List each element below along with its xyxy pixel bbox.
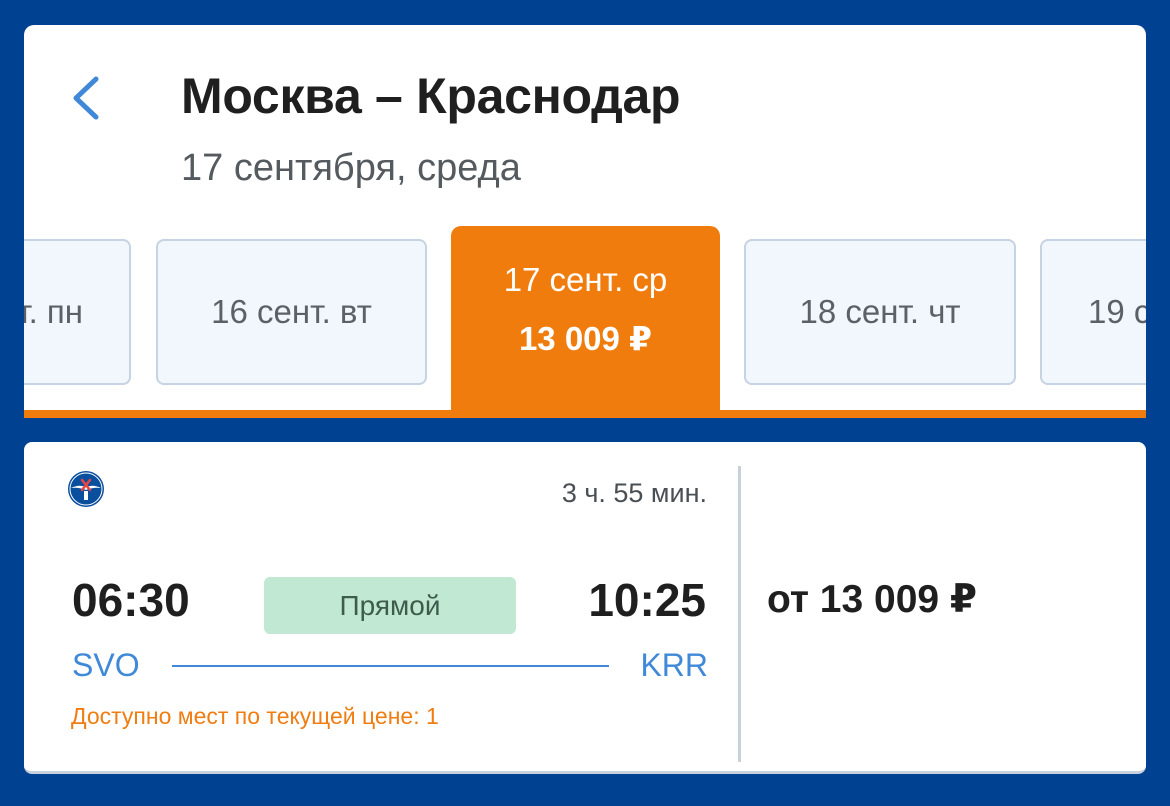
- date-tab-prev[interactable]: т. пн: [24, 239, 131, 385]
- departure-airport-code: SVO: [72, 647, 140, 683]
- date-tab-16[interactable]: 16 сент. вт: [156, 239, 427, 385]
- departure-time: 06:30: [72, 574, 190, 626]
- arrival-time: 10:25: [588, 574, 706, 626]
- date-tab-label: 16 сент. вт: [211, 293, 372, 330]
- date-tab-label: 18 сент. чт: [799, 293, 961, 330]
- aeroflot-logo-icon: [68, 471, 104, 507]
- page-subtitle: 17 сентября, среда: [181, 147, 521, 189]
- page-title: Москва – Краснодар: [181, 68, 681, 124]
- date-tab-18[interactable]: 18 сент. чт: [744, 239, 1016, 385]
- date-tab-label: т. пн: [24, 293, 83, 330]
- flight-card[interactable]: 3 ч. 55 мин. 06:30 Прямой 10:25 SVO KRR …: [24, 442, 1146, 774]
- date-tab-label: 19 с: [1088, 293, 1146, 330]
- date-tab-next[interactable]: 19 с: [1040, 239, 1146, 385]
- route-line: [172, 665, 609, 667]
- back-button[interactable]: [68, 73, 112, 123]
- header-card: Москва – Краснодар 17 сентября, среда т.…: [24, 25, 1146, 418]
- card-divider: [738, 466, 741, 762]
- chevron-left-icon: [73, 76, 99, 120]
- direct-flight-badge: Прямой: [264, 577, 516, 634]
- seats-available-note: Доступно мест по текущей цене: 1: [71, 703, 439, 729]
- date-tab-price: 13 009 ₽: [518, 319, 653, 357]
- date-tab-label: 17 сент. ср: [503, 260, 668, 298]
- selected-date-underline: [24, 410, 1146, 418]
- date-tab-17-selected[interactable]: 17 сент. ср 13 009 ₽: [451, 226, 720, 418]
- flight-duration: 3 ч. 55 мин.: [561, 478, 707, 508]
- arrival-airport-code: KRR: [640, 647, 708, 683]
- flight-price[interactable]: от 13 009 ₽: [767, 577, 977, 622]
